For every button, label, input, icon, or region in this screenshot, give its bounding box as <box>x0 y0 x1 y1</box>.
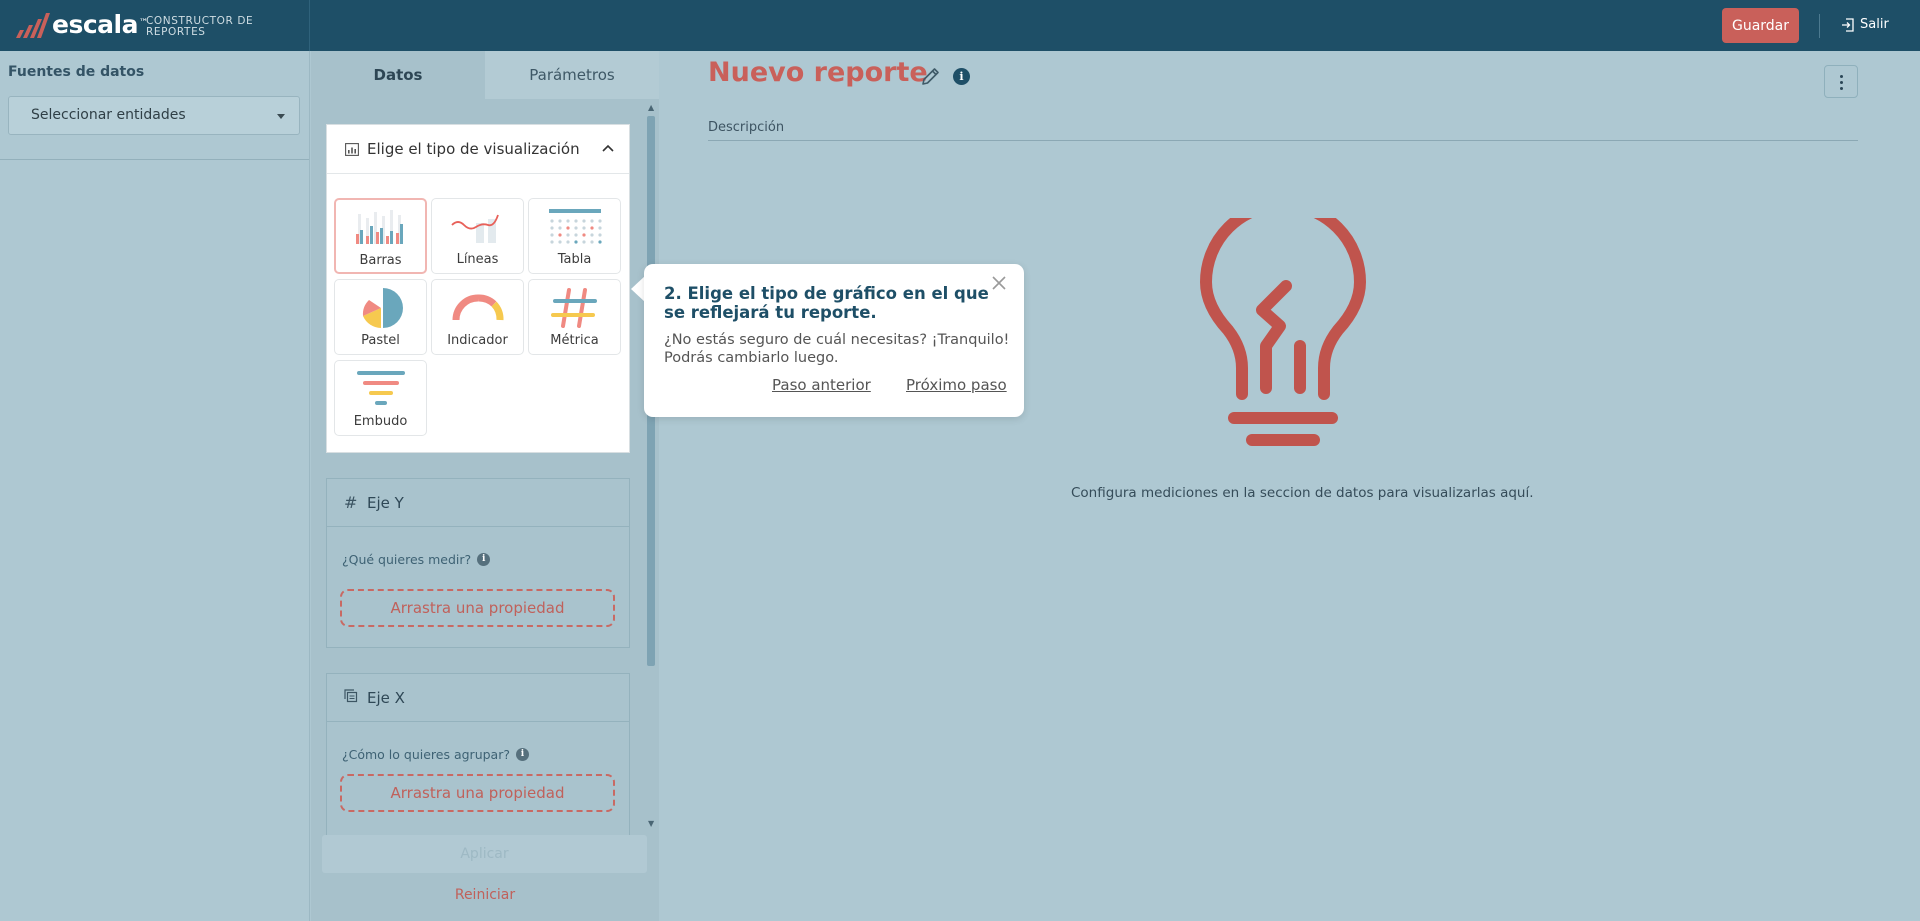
y-axis-title: Eje Y <box>367 494 404 512</box>
kebab-dot <box>1840 75 1843 78</box>
next-step-link[interactable]: Próximo paso <box>906 376 1007 394</box>
viz-type-label: Pastel <box>361 333 400 348</box>
image-chart-icon <box>345 143 359 156</box>
info-icon[interactable]: i <box>477 553 491 566</box>
report-title: Nuevo reporte <box>708 57 928 88</box>
lightbulb-icon <box>1200 218 1366 446</box>
tab-datos[interactable]: Datos <box>311 51 485 99</box>
bar-chart-icon <box>356 210 403 244</box>
scroll-down-icon[interactable]: ▼ <box>648 819 654 828</box>
escala-logo[interactable]: escala ™ <box>14 10 148 40</box>
y-axis-question: ¿Qué quieres medir? i <box>342 552 491 567</box>
kebab-dot <box>1840 81 1843 84</box>
more-options-button[interactable] <box>1824 65 1858 98</box>
caret-down-icon <box>277 114 285 119</box>
viz-type-metrica[interactable]: Métrica <box>528 279 621 355</box>
previous-step-link[interactable]: Paso anterior <box>772 376 871 394</box>
funnel-icon <box>357 371 405 405</box>
viz-type-barras[interactable]: Barras <box>334 198 427 274</box>
kebab-dot <box>1840 87 1843 90</box>
app-subtitle: CONSTRUCTOR DE REPORTES <box>146 15 254 38</box>
y-axis-question-text: ¿Qué quieres medir? <box>342 552 472 567</box>
sources-divider <box>0 159 309 160</box>
viz-type-lineas[interactable]: Líneas <box>431 198 524 274</box>
line-chart-icon <box>451 214 499 243</box>
viz-type-tabla[interactable]: Tabla <box>528 198 621 274</box>
viz-type-label: Indicador <box>447 333 508 348</box>
config-tabs: Datos Parámetros <box>311 51 659 99</box>
viz-type-label: Tabla <box>557 252 592 267</box>
topbar-divider <box>1819 14 1820 38</box>
logo-wordmark: escala <box>52 10 138 39</box>
exit-icon <box>1842 17 1854 32</box>
viz-type-label: Embudo <box>353 414 408 429</box>
visualization-card: Elige el tipo de visualización Barras Lí… <box>326 124 630 453</box>
empty-state-message: Configura mediciones en la seccion de da… <box>1071 485 1534 501</box>
visualization-header[interactable]: Elige el tipo de visualización <box>327 125 629 174</box>
tour-title: 2. Elige el tipo de gráfico en el que se… <box>664 284 989 322</box>
data-sources-panel: Fuentes de datos Seleccionar entidades <box>0 51 310 921</box>
pencil-edit-icon[interactable] <box>920 66 941 87</box>
x-axis-question-text: ¿Cómo lo quieres agrupar? <box>342 747 510 762</box>
apply-button[interactable]: Aplicar <box>322 835 647 873</box>
x-axis-title: Eje X <box>367 689 405 707</box>
top-bar: escala ™ CONSTRUCTOR DE REPORTES Guardar… <box>0 0 1920 51</box>
viz-type-label: Métrica <box>550 333 599 348</box>
gauge-icon <box>452 294 504 321</box>
entities-select[interactable]: Seleccionar entidades <box>8 96 300 135</box>
hash-small-icon: # <box>344 493 358 512</box>
layers-icon <box>344 688 358 707</box>
topbar-divider-left <box>309 0 310 51</box>
report-info-icon[interactable]: i <box>953 68 970 85</box>
popover-arrow <box>631 276 645 302</box>
info-icon[interactable]: i <box>516 748 529 761</box>
hash-icon <box>551 288 597 328</box>
exit-link[interactable]: Salir <box>1841 17 1889 32</box>
y-axis-drop-zone[interactable]: Arrastra una propiedad <box>340 589 615 627</box>
chevron-up-icon[interactable] <box>602 144 614 152</box>
scroll-up-icon[interactable]: ▲ <box>648 103 654 112</box>
viz-type-embudo[interactable]: Embudo <box>334 360 427 436</box>
y-axis-header[interactable]: # Eje Y <box>327 479 629 527</box>
description-field[interactable]: Descripción <box>708 120 784 135</box>
x-axis-drop-zone[interactable]: Arrastra una propiedad <box>340 774 615 812</box>
save-button[interactable]: Guardar <box>1722 8 1799 43</box>
viz-type-pastel[interactable]: Pastel <box>334 279 427 355</box>
exit-label: Salir <box>1860 17 1889 32</box>
tab-parametros[interactable]: Parámetros <box>485 51 659 99</box>
config-panel: Datos Parámetros ▲ ▼ Elige el tipo de vi… <box>311 51 659 921</box>
logo-bars-icon <box>16 13 50 38</box>
pie-chart-icon <box>362 288 403 328</box>
description-underline <box>708 140 1858 141</box>
x-axis-header[interactable]: Eje X <box>327 674 629 722</box>
x-axis-question: ¿Cómo lo quieres agrupar? i <box>342 747 529 762</box>
data-sources-title: Fuentes de datos <box>8 64 145 80</box>
viz-type-indicador[interactable]: Indicador <box>431 279 524 355</box>
tour-body: ¿No estás seguro de cuál necesitas? ¡Tra… <box>664 332 1010 366</box>
viz-type-label: Barras <box>359 253 402 268</box>
entities-select-value: Seleccionar entidades <box>31 107 186 123</box>
table-icon <box>549 209 602 244</box>
tour-popover: 2. Elige el tipo de gráfico en el que se… <box>644 264 1024 417</box>
visualization-title: Elige el tipo de visualización <box>367 140 580 158</box>
y-axis-card: # Eje Y ¿Qué quieres medir? i Arrastra u… <box>326 478 630 648</box>
reset-link[interactable]: Reiniciar <box>311 887 659 903</box>
viz-type-label: Líneas <box>456 252 499 267</box>
